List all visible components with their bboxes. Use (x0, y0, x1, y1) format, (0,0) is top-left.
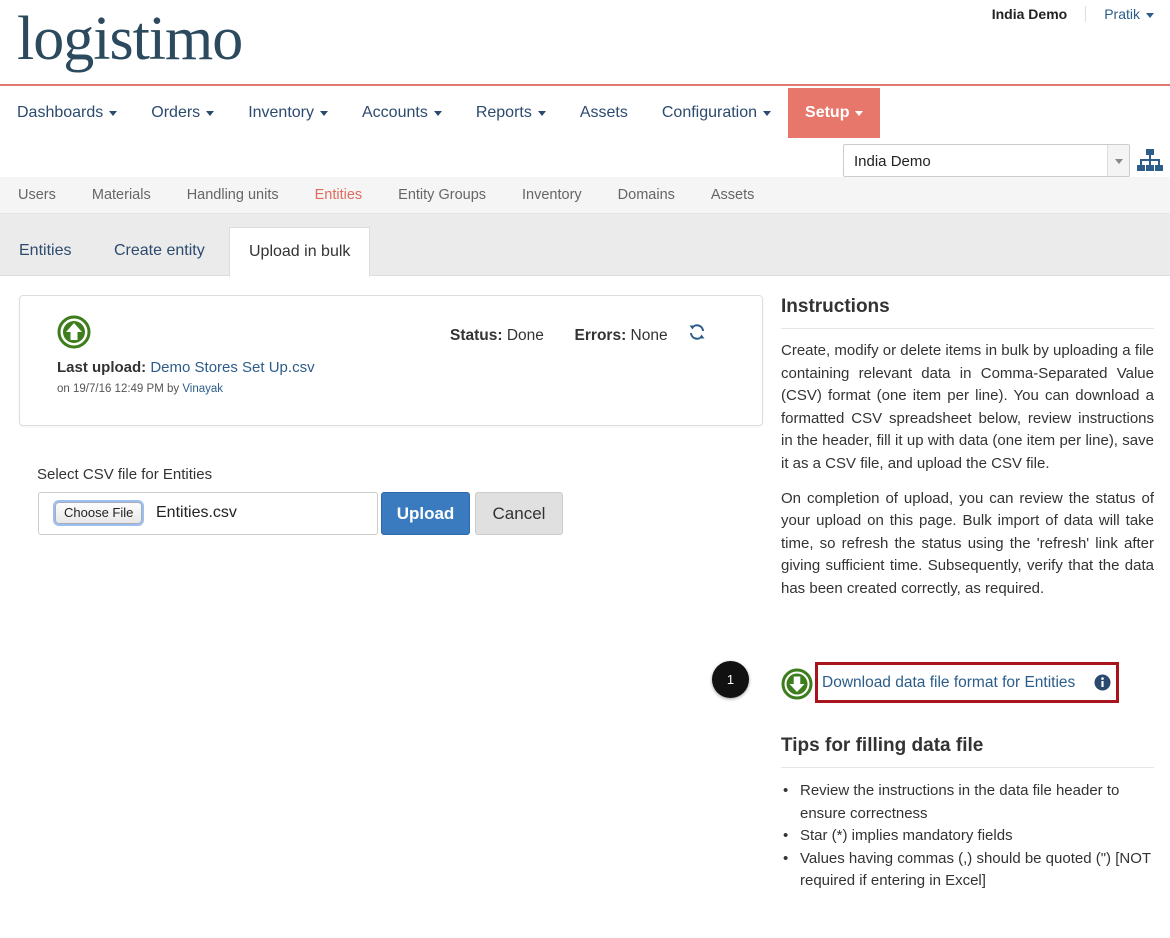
user-name: Pratik (1104, 6, 1140, 22)
account-area: India Demo Pratik (992, 6, 1154, 22)
subnav-inventory[interactable]: Inventory (504, 177, 600, 213)
tab-upload-in-bulk[interactable]: Upload in bulk (229, 227, 371, 277)
info-icon[interactable] (1094, 674, 1111, 691)
tab-create-entity[interactable]: Create entity (95, 227, 224, 276)
nav-orders[interactable]: Orders (134, 88, 231, 138)
domain-tree-icon[interactable] (1137, 148, 1163, 174)
nav-inventory[interactable]: Inventory (231, 88, 345, 138)
status-label: Status: (450, 327, 503, 344)
choose-file-button[interactable]: Choose File (55, 502, 143, 524)
tip-item: Values having commas (,) should be quote… (781, 848, 1154, 893)
subnav-users[interactable]: Users (0, 177, 74, 213)
refresh-icon[interactable] (688, 323, 706, 341)
logistimo-logo[interactable]: logistimo (17, 4, 243, 74)
subnav-entity-groups[interactable]: Entity Groups (380, 177, 504, 213)
nav-setup[interactable]: Setup (788, 88, 881, 138)
app-header: logistimo India Demo Pratik (0, 0, 1170, 86)
caret-down-icon (206, 110, 215, 116)
nav-assets[interactable]: Assets (563, 88, 645, 138)
subnav-entities[interactable]: Entities (297, 177, 381, 213)
subnav-domains[interactable]: Domains (600, 177, 693, 213)
domain-select[interactable]: India Demo (843, 144, 1130, 177)
caret-down-icon (109, 110, 118, 116)
upload-status-line: Status: Done Errors: None (450, 327, 668, 345)
domain-select-value: India Demo (854, 153, 931, 170)
cancel-button[interactable]: Cancel (475, 492, 563, 535)
instructions-paragraph-1: Create, modify or delete items in bulk b… (781, 342, 1154, 472)
caret-down-icon (537, 110, 546, 116)
upload-arrow-icon (57, 315, 91, 349)
subnav-assets[interactable]: Assets (693, 177, 773, 213)
subnav-handling-units[interactable]: Handling units (169, 177, 297, 213)
tab-entities[interactable]: Entities (0, 227, 90, 276)
caret-down-icon (433, 110, 442, 116)
entity-tabs: Entities Create entity Upload in bulk (0, 214, 1170, 277)
instructions-paragraph-2: On completion of upload, you can review … (781, 489, 1154, 597)
subnav-materials[interactable]: Materials (74, 177, 169, 213)
tip-item: Review the instructions in the data file… (781, 780, 1154, 825)
tips-title: Tips for filling data file (781, 735, 1154, 768)
upload-meta-text: on 19/7/16 12:49 PM by (57, 383, 180, 395)
instructions-title: Instructions (781, 296, 1154, 329)
main-nav: Dashboards Orders Inventory Accounts Rep… (0, 88, 881, 138)
tips-panel: Tips for filling data file Review the in… (781, 735, 1154, 893)
tip-item: Star (*) implies mandatory fields (781, 825, 1154, 848)
caret-down-icon (763, 110, 772, 116)
user-menu[interactable]: Pratik (1086, 6, 1154, 22)
last-upload-label: Last upload: (57, 359, 147, 376)
uploader-link[interactable]: Vinayak (182, 383, 223, 395)
upload-status-panel: Last upload: Demo Stores Set Up.csv on 1… (19, 295, 763, 426)
select-arrow-icon[interactable] (1107, 145, 1129, 176)
csv-file-input[interactable]: Choose File Entities.csv (38, 492, 378, 535)
csv-file-label: Select CSV file for Entities (37, 466, 213, 483)
setup-sub-nav: Users Materials Handling units Entities … (0, 177, 1170, 214)
download-highlight-box: Download data file format for Entities (815, 662, 1119, 703)
caret-down-icon (855, 110, 864, 116)
errors-value: None (630, 327, 668, 344)
caret-down-icon (320, 110, 328, 116)
step-number-badge: 1 (712, 661, 749, 698)
nav-dashboards[interactable]: Dashboards (0, 88, 134, 138)
last-upload-file-link[interactable]: Demo Stores Set Up.csv (150, 359, 314, 376)
nav-configuration[interactable]: Configuration (645, 88, 788, 138)
upload-button[interactable]: Upload (381, 492, 470, 535)
tips-list: Review the instructions in the data file… (781, 780, 1154, 893)
nav-accounts[interactable]: Accounts (345, 88, 459, 138)
instructions-panel: Instructions Create, modify or delete it… (781, 296, 1154, 601)
caret-down-icon (1146, 12, 1154, 18)
download-format-link[interactable]: Download data file format for Entities (822, 674, 1075, 692)
nav-reports[interactable]: Reports (459, 88, 563, 138)
status-value: Done (506, 327, 544, 344)
download-arrow-icon[interactable] (781, 668, 813, 700)
selected-file-name: Entities.csv (156, 504, 237, 521)
errors-label: Errors: (574, 327, 627, 344)
last-upload-line: Last upload: Demo Stores Set Up.csv (57, 359, 315, 376)
last-upload-meta: on 19/7/16 12:49 PM by Vinayak (57, 383, 223, 395)
current-domain-label: India Demo (992, 6, 1087, 22)
